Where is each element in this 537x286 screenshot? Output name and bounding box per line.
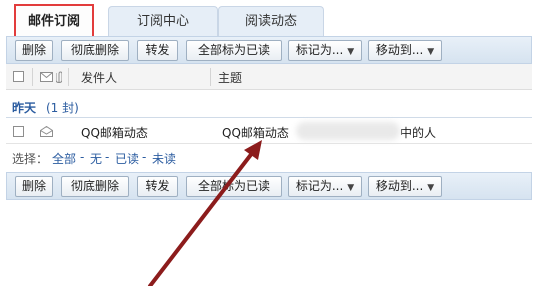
delete-permanently-button[interactable]: 彻底删除	[61, 40, 129, 61]
date-group-header: 昨天 (1 封)	[6, 92, 532, 118]
envelope-icon	[40, 72, 53, 82]
message-subject-end[interactable]: 中的人	[400, 124, 436, 141]
forward-button[interactable]: 转发	[137, 40, 178, 61]
move-to-label: 移动到...	[375, 43, 424, 57]
select-all-link[interactable]: 全部	[52, 150, 76, 167]
selection-bar: 选择： 全部 - 无 - 已读 - 未读	[6, 146, 532, 168]
mark-all-read-button[interactable]: 全部标为已读	[186, 40, 282, 61]
column-divider	[210, 68, 211, 86]
selection-separator: -	[142, 150, 147, 164]
move-to-dropdown[interactable]: 移动到... ▼	[368, 40, 442, 61]
forward-button[interactable]: 转发	[137, 176, 178, 197]
column-divider	[32, 68, 33, 86]
tab-reading-feed[interactable]: 阅读动态	[218, 6, 324, 36]
group-title: 昨天	[12, 101, 37, 115]
list-header: 发件人 主题	[6, 64, 532, 90]
move-to-dropdown[interactable]: 移动到... ▼	[368, 176, 442, 197]
mark-as-dropdown[interactable]: 标记为... ▼	[288, 40, 362, 61]
row-checkbox[interactable]	[13, 126, 24, 137]
bottom-toolbar: 删除 彻底删除 转发 全部标为已读 标记为... ▼ 移动到... ▼	[6, 172, 532, 200]
delete-permanently-button[interactable]: 彻底删除	[61, 176, 129, 197]
sender-column-header[interactable]: 发件人	[81, 69, 117, 86]
column-divider	[68, 68, 69, 86]
paperclip-icon	[56, 71, 62, 83]
table-row[interactable]: QQ邮箱动态 QQ邮箱动态 中的人	[6, 120, 532, 144]
delete-button[interactable]: 删除	[15, 176, 53, 197]
select-read-link[interactable]: 已读	[115, 150, 139, 167]
blurred-redaction	[296, 122, 400, 140]
message-sender[interactable]: QQ邮箱动态	[81, 124, 148, 141]
select-none-link[interactable]: 无	[90, 150, 102, 167]
mark-all-read-button[interactable]: 全部标为已读	[186, 176, 282, 197]
select-unread-link[interactable]: 未读	[152, 150, 176, 167]
selection-separator: -	[80, 150, 85, 164]
top-toolbar: 删除 彻底删除 转发 全部标为已读 标记为... ▼ 移动到... ▼	[6, 36, 532, 64]
mark-as-dropdown[interactable]: 标记为... ▼	[288, 176, 362, 197]
selection-label: 选择：	[12, 152, 49, 166]
chevron-down-icon: ▼	[347, 183, 355, 193]
selection-separator: -	[105, 150, 110, 164]
mark-as-label: 标记为...	[295, 179, 344, 193]
delete-button[interactable]: 删除	[15, 40, 53, 61]
select-all-checkbox[interactable]	[13, 71, 24, 82]
group-count[interactable]: (1 封)	[46, 99, 79, 116]
tab-bar: 邮件订阅 订阅中心 阅读动态	[0, 0, 537, 38]
chevron-down-icon: ▼	[427, 183, 435, 193]
chevron-down-icon: ▼	[347, 47, 355, 57]
tab-subscription-mail[interactable]: 邮件订阅	[14, 4, 94, 37]
subject-column-header[interactable]: 主题	[218, 69, 242, 86]
message-subject-start[interactable]: QQ邮箱动态	[222, 124, 289, 141]
envelope-open-icon	[40, 126, 53, 137]
tab-subscription-center[interactable]: 订阅中心	[108, 6, 218, 36]
chevron-down-icon: ▼	[427, 47, 435, 57]
mark-as-label: 标记为...	[295, 43, 344, 57]
move-to-label: 移动到...	[375, 179, 424, 193]
